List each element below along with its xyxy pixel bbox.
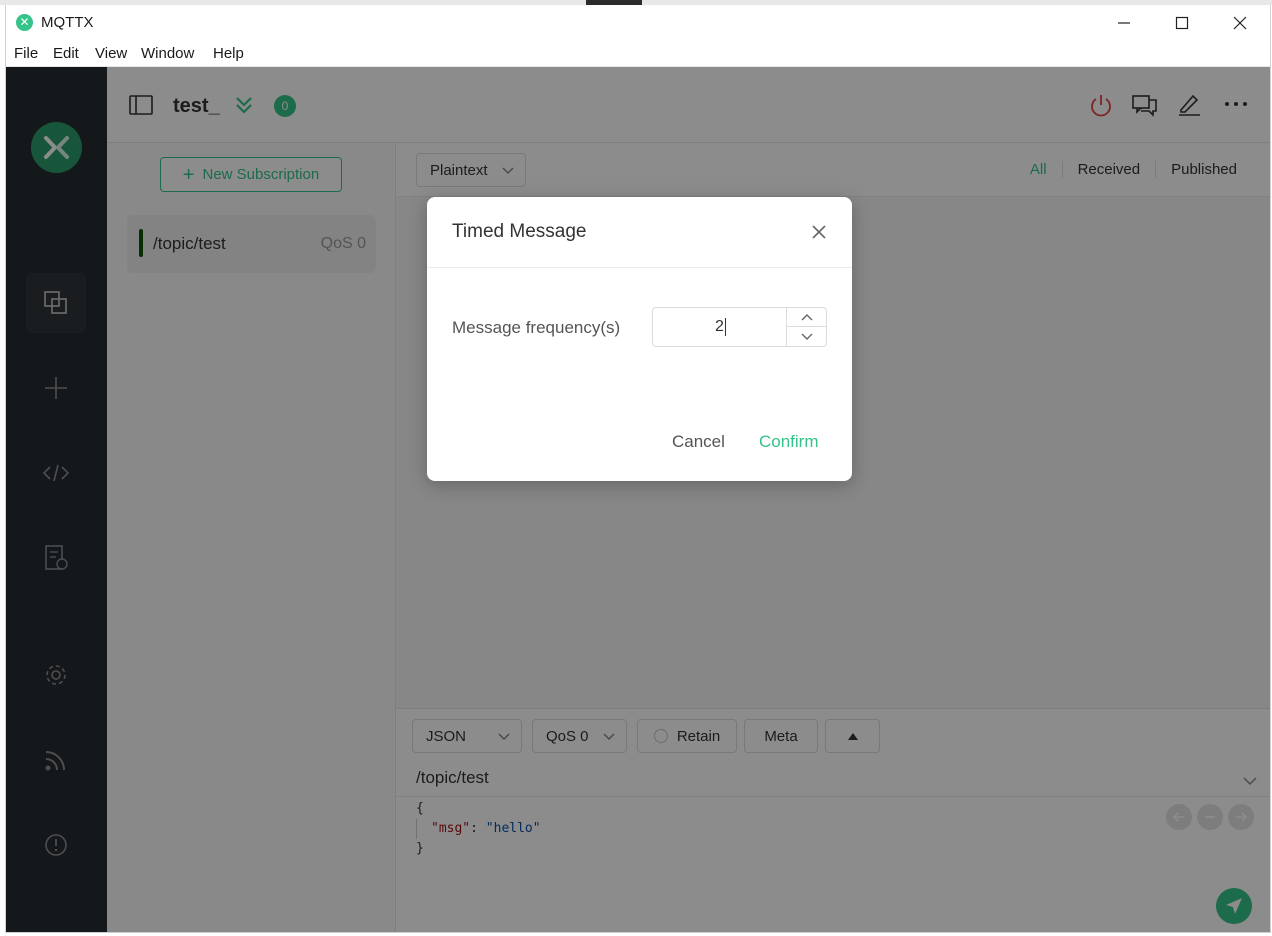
- maximize-button[interactable]: [1153, 5, 1211, 41]
- frequency-stepper: 2: [652, 307, 827, 347]
- app-window: ✕ MQTTX File Edit View Window Help test_…: [5, 5, 1271, 933]
- maximize-icon: [1175, 16, 1189, 30]
- close-window-button[interactable]: [1211, 5, 1269, 41]
- menu-file[interactable]: File: [14, 45, 38, 62]
- mqttx-logo-icon: ✕: [16, 14, 33, 31]
- menu-help[interactable]: Help: [213, 45, 244, 62]
- minimize-icon: [1118, 22, 1130, 24]
- frequency-input[interactable]: 2: [653, 308, 788, 346]
- cancel-button[interactable]: Cancel: [672, 432, 725, 452]
- menu-view[interactable]: View: [95, 45, 127, 62]
- dialog-divider: [427, 267, 852, 268]
- titlebar: ✕ MQTTX: [6, 5, 1270, 41]
- stepper-controls: [786, 308, 826, 346]
- menu-window[interactable]: Window: [141, 45, 194, 62]
- chevron-down-icon: [801, 333, 812, 340]
- dialog-close-button[interactable]: [808, 221, 830, 243]
- stepper-increment[interactable]: [787, 308, 826, 327]
- close-icon: [812, 225, 826, 239]
- close-icon: [1233, 16, 1247, 30]
- confirm-button[interactable]: Confirm: [759, 432, 819, 452]
- menu-edit[interactable]: Edit: [53, 45, 79, 62]
- frequency-label: Message frequency(s): [452, 318, 621, 337]
- menubar: File Edit View Window Help: [6, 41, 1270, 67]
- window-title: MQTTX: [41, 14, 94, 31]
- minimize-button[interactable]: [1095, 5, 1153, 41]
- stepper-decrement[interactable]: [787, 327, 826, 346]
- dialog-title: Timed Message: [452, 221, 587, 242]
- timed-message-dialog: Timed Message Message frequency(s) 2 Can…: [427, 197, 852, 481]
- frequency-value: 2: [715, 318, 724, 335]
- chevron-up-icon: [801, 314, 812, 321]
- text-cursor: [724, 317, 726, 336]
